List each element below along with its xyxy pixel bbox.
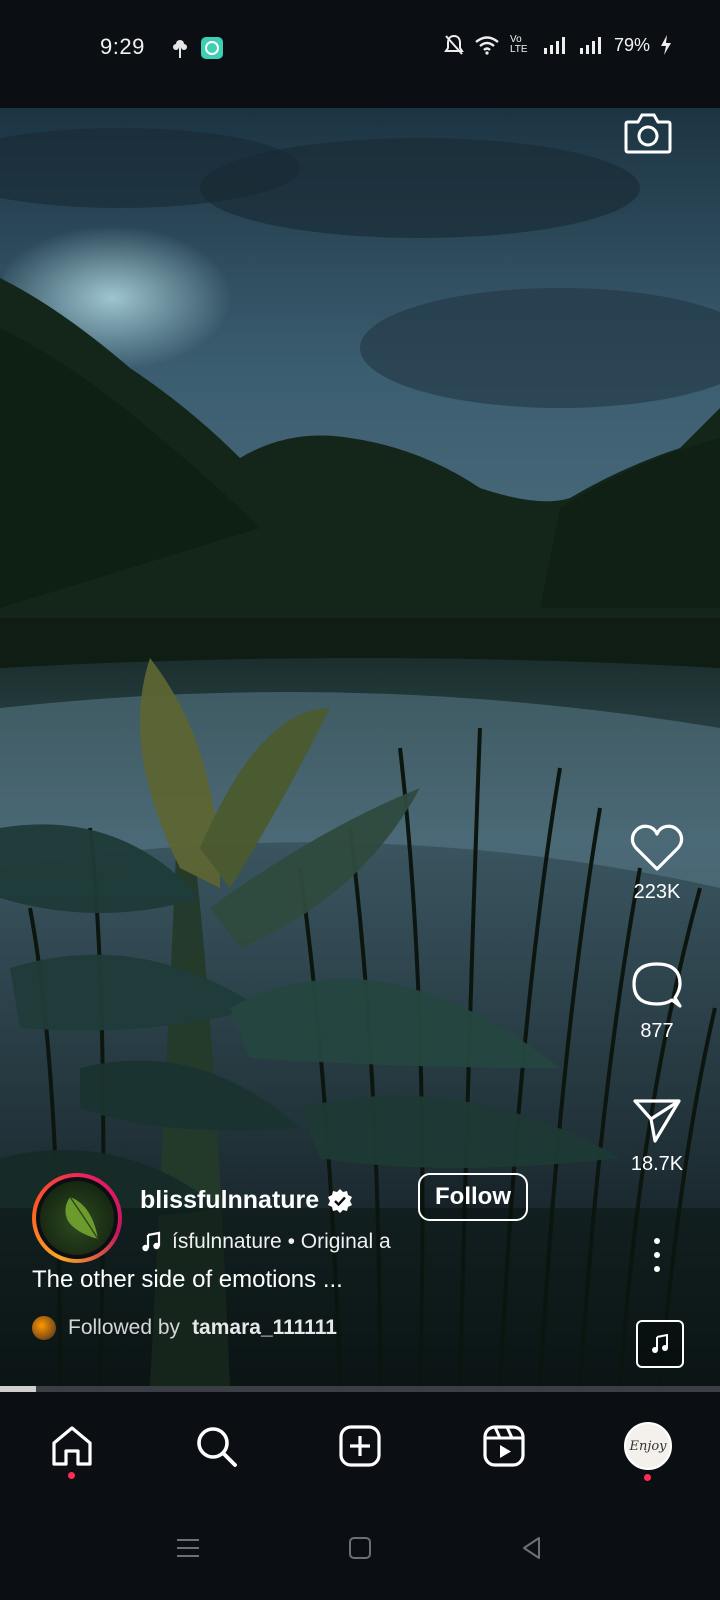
mute-icon	[444, 34, 464, 55]
search-icon[interactable]	[190, 1420, 242, 1472]
audio-thumbnail[interactable]	[636, 1320, 684, 1368]
bottom-nav: Enjoy	[0, 1392, 720, 1500]
music-note-icon	[142, 1231, 161, 1252]
instagram-reel-screen: 9:29 Vo LTE 79% 223K 877 18.7K blissfuln…	[0, 0, 720, 1600]
follower-avatar	[32, 1316, 56, 1340]
signal-icon	[543, 37, 565, 54]
share-icon[interactable]	[631, 1095, 683, 1145]
wifi-icon	[475, 36, 499, 55]
reels-icon[interactable]	[478, 1420, 530, 1472]
caption[interactable]: The other side of emotions ...	[32, 1266, 343, 1294]
signal-icon-2	[579, 37, 601, 54]
recent-apps-icon[interactable]	[168, 1528, 208, 1568]
camera-icon[interactable]	[622, 108, 674, 160]
followed-by-user: tamara_111111	[192, 1316, 337, 1339]
like-count: 223K	[633, 881, 681, 903]
more-options-icon[interactable]	[652, 1238, 662, 1272]
status-time: 9:29	[100, 34, 145, 59]
volte-icon: Vo LTE	[509, 34, 528, 55]
audio-track[interactable]: ísfulnnature • Original a	[140, 1230, 410, 1254]
home-icon[interactable]	[46, 1420, 98, 1479]
flower-icon	[173, 40, 187, 58]
author-avatar[interactable]	[32, 1173, 122, 1263]
profile-notification-dot	[644, 1474, 651, 1481]
back-icon[interactable]	[512, 1528, 552, 1568]
heart-icon[interactable]	[630, 823, 684, 873]
chat-app-icon	[201, 37, 223, 59]
battery-percent: 79%	[613, 34, 650, 55]
music-note-icon	[652, 1334, 668, 1353]
audio-track-text: ísfulnnature • Original a	[172, 1230, 391, 1253]
home-system-icon[interactable]	[340, 1528, 380, 1568]
status-bar: 9:29 Vo LTE 79%	[0, 0, 720, 108]
share-count: 18.7K	[630, 1153, 684, 1175]
verified-badge-icon	[328, 1188, 353, 1213]
profile-avatar-image: Enjoy	[624, 1422, 672, 1470]
follow-button[interactable]: Follow	[418, 1173, 528, 1221]
comment-count: 877	[640, 1020, 674, 1042]
share-action: 18.7K	[614, 1095, 700, 1176]
comment-icon[interactable]	[630, 958, 684, 1012]
author-username[interactable]: blissfulnnature	[140, 1186, 353, 1215]
reel-video[interactable]: 223K 877 18.7K blissfulnnature ísfulnnat…	[0, 108, 720, 1386]
leaf-icon	[65, 1196, 99, 1240]
system-nav-bar	[0, 1500, 720, 1600]
followed-by-prefix: Followed by	[68, 1316, 181, 1339]
home-notification-dot	[68, 1472, 75, 1479]
charging-icon	[661, 35, 671, 55]
like-action: 223K	[614, 823, 700, 904]
create-icon[interactable]	[334, 1420, 386, 1472]
profile-avatar[interactable]: Enjoy	[622, 1420, 674, 1481]
username-text: blissfulnnature	[140, 1186, 320, 1214]
followed-by[interactable]: Followed by tamara_111111	[32, 1316, 337, 1340]
comment-action: 877	[614, 958, 700, 1043]
